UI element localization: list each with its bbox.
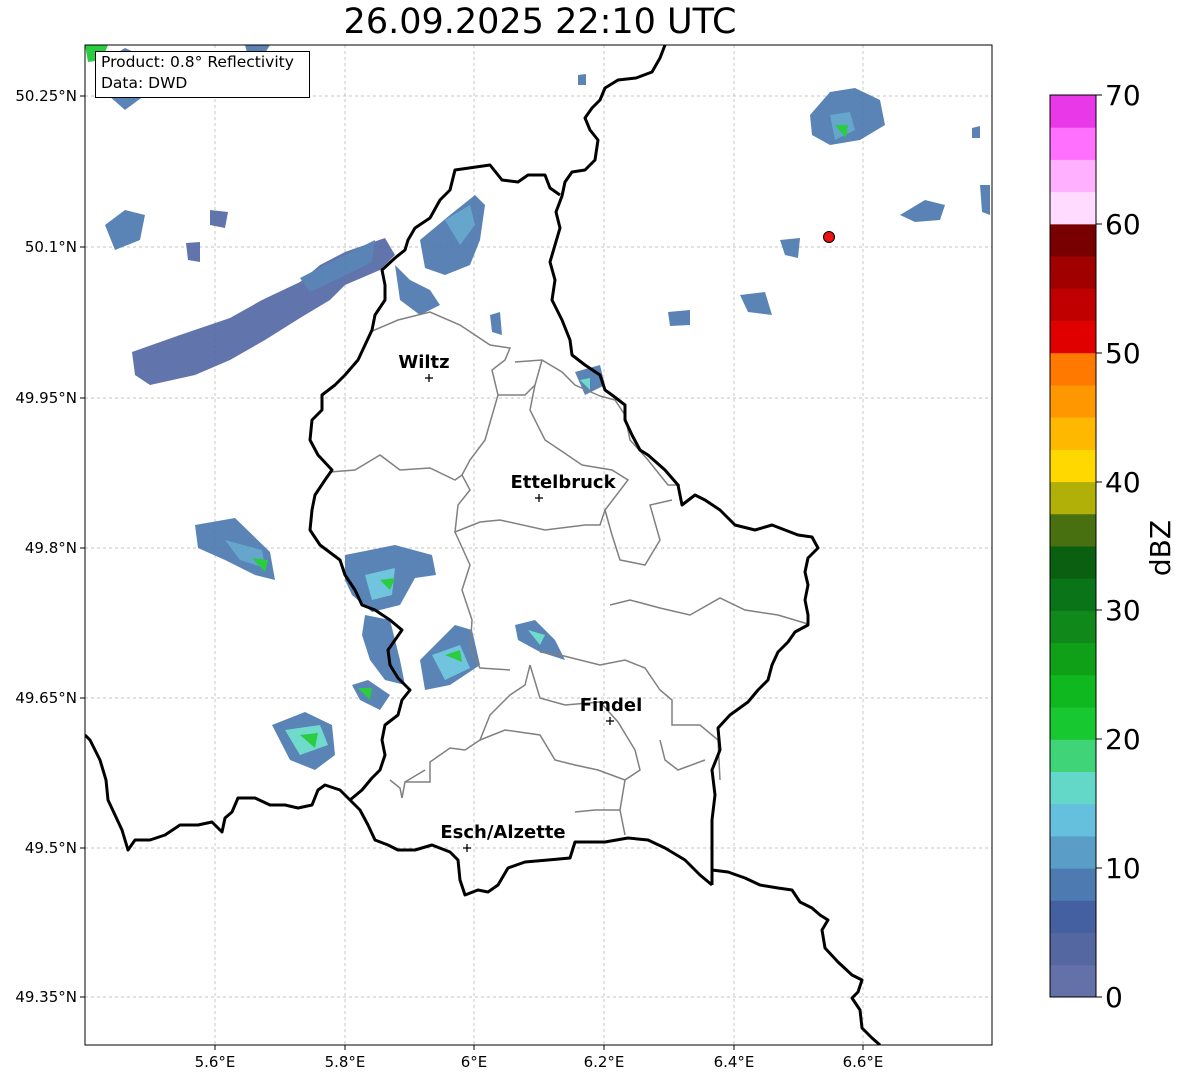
lat-tick-label: 49.35°N (15, 988, 77, 1006)
city-markers (425, 374, 614, 852)
colorbar-segment (1050, 481, 1096, 515)
colorbar-segment (1050, 320, 1096, 354)
colorbar-segment (1050, 610, 1096, 644)
city-labels: Wiltz Ettelbruck Findel Esch/Alzette (398, 352, 642, 843)
colorbar-segment (1050, 417, 1096, 450)
city-label-ettelbruck: Ettelbruck (510, 472, 616, 493)
colorbar-segment (1050, 642, 1096, 676)
colorbar-tick-label: 40 (1105, 466, 1141, 499)
lat-tick-label: 49.95°N (15, 389, 77, 407)
lon-tick-label: 6.2°E (584, 1053, 625, 1071)
product-text: Product: 0.8° Reflectivity (101, 53, 294, 71)
colorbar-ticks (1096, 94, 1102, 998)
info-box: Product: 0.8° Reflectivity Data: DWD (95, 51, 310, 98)
colorbar-segment (1050, 868, 1096, 901)
colorbar-tick-label: 20 (1105, 723, 1141, 756)
colorbar-segment (1050, 513, 1096, 547)
lon-tick-label: 6°E (461, 1053, 488, 1071)
colorbar-tick-label: 10 (1105, 852, 1141, 885)
colorbar-segment (1050, 674, 1096, 708)
colorbar-segment (1050, 900, 1096, 934)
colorbar-segment (1050, 835, 1096, 869)
colorbar-segment (1050, 127, 1096, 160)
colorbar-segment (1050, 352, 1096, 386)
lon-tick-label: 6.6°E (843, 1053, 884, 1071)
colorbar-tick-label: 30 (1105, 594, 1141, 627)
lon-tick-labels: 5.6°E 5.8°E 6°E 6.2°E 6.4°E 6.6°E (195, 1053, 884, 1071)
lon-ticks (214, 1045, 864, 1050)
colorbar-segment (1050, 384, 1096, 418)
lat-tick-label: 49.8°N (25, 539, 77, 557)
colorbar-segment (1050, 932, 1096, 966)
colorbar-segment (1050, 449, 1096, 483)
colorbar-segment (1050, 223, 1096, 257)
lat-tick-label: 50.25°N (15, 87, 77, 105)
colorbar-segment (1050, 803, 1096, 837)
location-marker (823, 231, 835, 243)
city-label-esch-alzette: Esch/Alzette (440, 822, 565, 843)
lat-tick-labels: 50.25°N 50.1°N 49.95°N 49.8°N 49.65°N 49… (15, 87, 77, 1006)
colorbar-segment (1050, 739, 1096, 772)
colorbar-tick-label: 50 (1105, 337, 1141, 370)
lon-tick-label: 5.6°E (195, 1053, 236, 1071)
data-source-text: Data: DWD (101, 74, 188, 92)
radar-map: Wiltz Ettelbruck Findel Esch/Alzette 5.6… (15, 44, 1177, 1071)
colorbar-segment (1050, 578, 1096, 611)
colorbar-tick-labels: 0 10 20 30 40 50 60 70 (1105, 79, 1141, 1014)
colorbar-segment (1050, 256, 1096, 289)
city-label-wiltz: Wiltz (398, 352, 449, 373)
lat-ticks (80, 95, 85, 998)
colorbar-tick-label: 0 (1105, 981, 1123, 1014)
colorbar-segment (1050, 707, 1096, 740)
colorbar-label: dBZ (1144, 520, 1177, 576)
colorbar-segment (1050, 288, 1096, 321)
lat-tick-label: 49.5°N (25, 839, 77, 857)
lon-tick-label: 6.4°E (714, 1053, 755, 1071)
colorbar-tick-label: 70 (1105, 79, 1141, 112)
colorbar-segment (1050, 771, 1096, 805)
colorbar-segment (1050, 191, 1096, 225)
lat-tick-label: 50.1°N (25, 238, 77, 256)
colorbar-segment (1050, 159, 1096, 193)
colorbar-tick-label: 60 (1105, 208, 1141, 241)
radar-echoes (85, 45, 990, 770)
colorbar (1050, 95, 1096, 998)
city-label-findel: Findel (580, 695, 643, 716)
lon-tick-label: 5.8°E (325, 1053, 366, 1071)
colorbar-segment (1050, 964, 1096, 998)
lat-tick-label: 49.65°N (15, 689, 77, 707)
colorbar-segment (1050, 546, 1096, 579)
colorbar-segment (1050, 95, 1096, 128)
